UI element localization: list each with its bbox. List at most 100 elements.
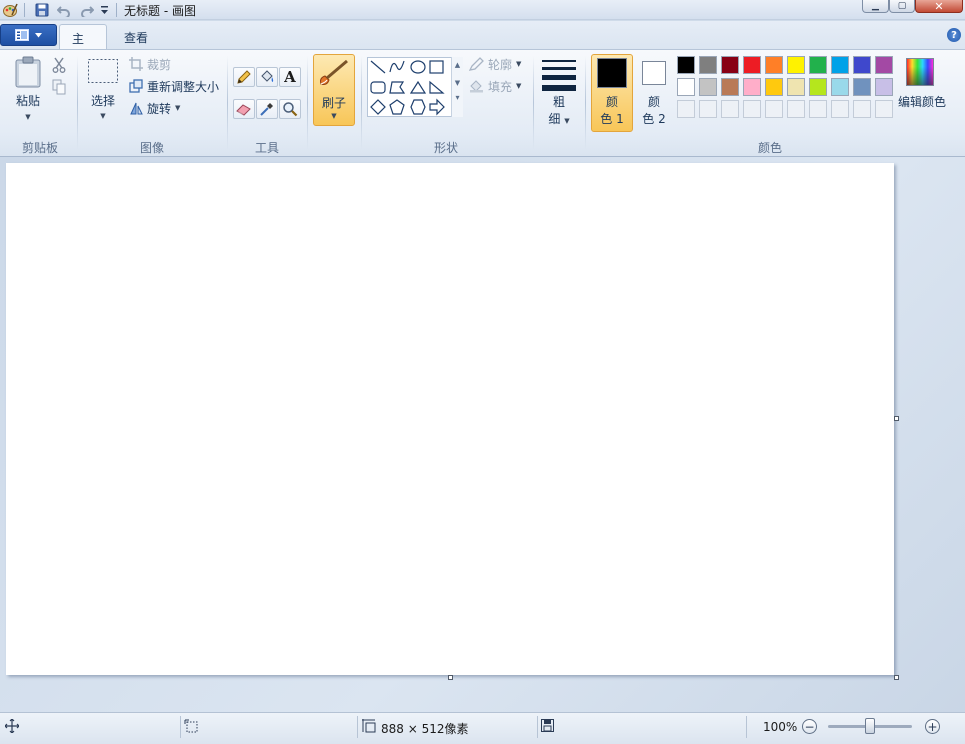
tab-view[interactable]: 查看 [112,24,160,49]
custom-color-slot[interactable] [721,100,739,118]
cut-button[interactable] [52,57,68,73]
zoom-slider-thumb[interactable] [865,718,875,734]
copy-button[interactable] [52,79,68,95]
paint-menu-button[interactable] [0,24,57,46]
size-label-line1: 粗 [552,95,565,109]
shapes-scrollbar[interactable]: ▲ ▼ ▾ [451,57,463,117]
palette-color-swatch[interactable] [765,78,783,96]
fill-dropdown-button[interactable]: 填充 ▼ [469,78,521,94]
custom-color-slot[interactable] [765,100,783,118]
clipboard-icon [15,56,41,88]
chevron-up-icon[interactable]: ▲ [452,61,463,69]
shapes-group-label: 形状 [433,141,458,155]
pencil-button[interactable] [233,67,255,87]
canvas-resize-handle-bottom[interactable] [448,675,453,680]
redo-icon[interactable] [79,2,95,18]
custom-color-slot[interactable] [853,100,871,118]
custom-color-slot[interactable] [699,100,717,118]
palette-color-swatch[interactable] [765,56,783,74]
palette-color-swatch[interactable] [787,78,805,96]
palette-color-swatch[interactable] [721,78,739,96]
shapes-gallery[interactable] [367,57,463,117]
canvas-resize-handle-corner[interactable] [894,675,899,680]
outline-icon [469,57,484,71]
palette-color-swatch[interactable] [787,56,805,74]
custom-color-slot[interactable] [677,100,695,118]
clipboard-group-label: 剪贴板 [21,141,58,155]
palette-color-swatch[interactable] [831,78,849,96]
tab-home[interactable]: 主页 [59,24,107,63]
size-lines-icon[interactable] [542,60,576,96]
chevron-down-icon[interactable]: ▼ [452,79,463,87]
window-title: 无标题 - 画图 [124,4,196,18]
paste-label: 粘贴 [15,94,40,108]
chevron-down-icon: ▼ [100,112,106,120]
size-line-4 [542,85,576,91]
maximize-button[interactable]: ▢ [889,0,915,13]
status-separator [180,716,181,738]
select-button[interactable]: 选择 ▼ [86,58,120,126]
palette-color-swatch[interactable] [853,56,871,74]
color-picker-button[interactable] [256,99,278,119]
palette-color-swatch[interactable] [831,56,849,74]
custom-color-slot[interactable] [787,100,805,118]
edit-colors-label: 编辑颜色 [897,95,946,109]
undo-icon[interactable] [56,2,72,18]
eraser-icon [236,104,251,116]
fill-button[interactable] [256,67,278,87]
custom-color-slot[interactable] [831,100,849,118]
zoom-in-button[interactable]: + [925,719,940,734]
palette-color-swatch[interactable] [809,56,827,74]
size-button[interactable]: 细 ▼ [542,110,576,127]
canvas-resize-handle-right[interactable] [894,416,899,421]
palette-color-swatch[interactable] [677,78,695,96]
paint-app-icon[interactable] [2,2,18,18]
palette-color-swatch[interactable] [853,78,871,96]
palette-color-swatch[interactable] [743,56,761,74]
custom-color-slot[interactable] [743,100,761,118]
group-divider [227,56,228,150]
palette-color-swatch[interactable] [743,78,761,96]
custom-color-slot[interactable] [875,100,893,118]
shapes-gallery-icons [370,60,445,116]
eraser-button[interactable] [233,99,255,119]
palette-color-swatch[interactable] [677,56,695,74]
edit-colors-button[interactable]: 编辑颜色 [894,93,950,110]
outline-button[interactable]: 轮廓 ▼ [469,56,521,72]
zoom-in-icon: + [927,719,938,734]
palette-color-swatch[interactable] [875,78,893,96]
minimize-button[interactable]: ▁ [862,0,889,13]
customize-quick-access-icon[interactable] [98,2,110,18]
text-icon[interactable]: A [279,67,301,87]
palette-color-swatch[interactable] [699,56,717,74]
magnifier-button[interactable] [279,99,301,119]
crop-label: 裁剪 [147,57,172,72]
scissors-icon [52,57,66,73]
rotate-button[interactable]: 旋转 ▼ [129,100,180,116]
drawing-canvas[interactable] [6,163,894,675]
brush-icon [317,58,351,88]
close-button[interactable]: ✕ [915,0,963,13]
resize-button[interactable]: 重新调整大小 [129,78,219,94]
chevron-down-icon: ▼ [564,117,570,125]
expand-gallery-icon[interactable]: ▾ [452,93,463,102]
custom-color-slot[interactable] [809,100,827,118]
palette-color-swatch[interactable] [699,78,717,96]
palette-color-swatch[interactable] [721,56,739,74]
crop-button[interactable]: 裁剪 [129,56,171,72]
save-icon[interactable] [34,2,50,18]
outline-label: 轮廓 [488,57,513,72]
palette-color-swatch[interactable] [875,56,893,74]
color2-swatch [642,61,666,85]
chevron-down-icon: ▼ [25,113,31,121]
zoom-out-button[interactable]: − [802,719,817,734]
help-icon[interactable]: ? [947,28,961,42]
selection-rectangle-icon [88,59,118,83]
paste-button[interactable]: 粘贴 ▼ [12,56,44,126]
size-line-3 [542,75,576,80]
edit-colors-icon[interactable] [906,58,934,86]
menu-icon [15,29,29,41]
chevron-down-icon: ▼ [331,112,337,120]
palette-color-swatch[interactable] [809,78,827,96]
selection-size-icon [184,719,198,733]
